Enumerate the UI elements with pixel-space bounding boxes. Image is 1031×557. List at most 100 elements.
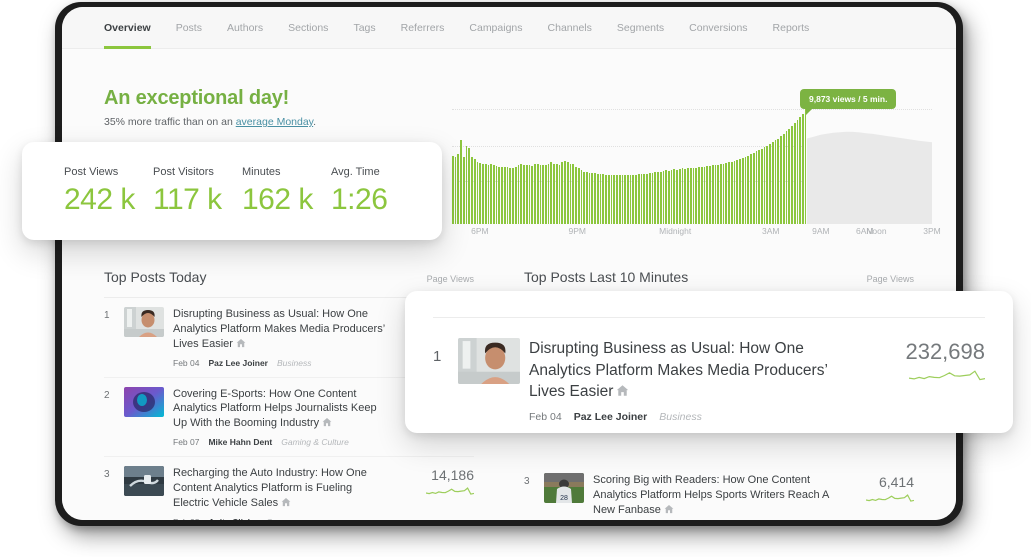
chart-bar xyxy=(742,158,744,224)
chart-bar xyxy=(673,169,675,224)
axis-tick-label: 3AM xyxy=(762,226,779,236)
chart-bar xyxy=(701,167,703,224)
stat-value: 162 k xyxy=(242,183,331,217)
nav-tab-conversions[interactable]: Conversions xyxy=(689,7,747,49)
chart-bars xyxy=(452,89,807,224)
post-meta: Feb 04Paz Lee JoinerBusiness xyxy=(529,411,856,423)
nav-tab-segments[interactable]: Segments xyxy=(617,7,664,49)
post-row[interactable]: 3Recharging the Auto Industry: How One C… xyxy=(104,457,474,520)
chart-bar xyxy=(704,167,706,224)
chart-bar xyxy=(720,164,722,224)
chart-bar xyxy=(725,163,727,224)
chart-bar xyxy=(668,171,670,224)
chart-bar xyxy=(649,173,651,224)
chart-bar xyxy=(745,157,747,224)
stat-post-views: Post Views242 k xyxy=(64,166,153,217)
chart-bar xyxy=(687,168,689,224)
chart-bar xyxy=(515,167,517,224)
chart-bar xyxy=(783,134,785,224)
nav-tab-channels[interactable]: Channels xyxy=(548,7,592,49)
post-section[interactable]: Business xyxy=(659,411,702,423)
chart-bar xyxy=(452,156,454,224)
post-title-wrap[interactable]: Disrupting Business as Usual: How One An… xyxy=(173,307,389,353)
chart-bar xyxy=(663,171,665,224)
post-title-wrap[interactable]: Covering E-Sports: How One Content Analy… xyxy=(173,387,389,433)
chart-bar xyxy=(641,174,643,224)
chart-bar xyxy=(463,157,465,224)
stat-value: 242 k xyxy=(64,183,153,217)
post-stat: 14,186 xyxy=(398,466,474,504)
chart-bar xyxy=(728,162,730,224)
chart-bar xyxy=(578,168,580,224)
chart-bar xyxy=(761,149,763,224)
post-title-wrap[interactable]: Disrupting Business as Usual: How One An… xyxy=(529,338,856,404)
chart-bar xyxy=(712,165,714,224)
post-page-views: 232,698 xyxy=(865,339,985,365)
panel-title: Top Posts Last 10 Minutes xyxy=(524,269,688,285)
post-main: Disrupting Business as Usual: How One An… xyxy=(529,338,856,423)
post-author[interactable]: Anita Clicks xyxy=(208,517,257,520)
post-author[interactable]: Paz Lee Joiner xyxy=(208,358,268,368)
nav-tab-tags[interactable]: Tags xyxy=(353,7,375,49)
featured-post-card[interactable]: 1Disrupting Business as Usual: How One A… xyxy=(405,291,1013,433)
nav-tab-sections[interactable]: Sections xyxy=(288,7,328,49)
chart-bar xyxy=(772,142,774,224)
post-thumbnail xyxy=(124,387,164,417)
featured-post-row[interactable]: 1Disrupting Business as Usual: How One A… xyxy=(433,317,985,432)
chart-bar xyxy=(564,161,566,224)
nav-tab-authors[interactable]: Authors xyxy=(227,7,263,49)
chart-bar xyxy=(684,169,686,224)
page-subtitle: 35% more traffic than on an average Mond… xyxy=(104,116,316,128)
stat-avg-time: Avg. Time1:26 xyxy=(331,166,420,217)
post-row[interactable]: 328Scoring Big with Readers: How One Con… xyxy=(524,464,914,520)
chart-bar xyxy=(788,129,790,224)
chart-bar xyxy=(597,174,599,224)
nav-tab-campaigns[interactable]: Campaigns xyxy=(469,7,522,49)
chart-bar xyxy=(490,164,492,224)
post-sparkline xyxy=(865,368,985,391)
post-title-wrap[interactable]: Scoring Big with Readers: How One Conten… xyxy=(593,473,829,519)
chart-bar xyxy=(799,117,801,224)
chart-bar xyxy=(556,164,558,224)
post-sparkline xyxy=(838,493,914,511)
post-section[interactable]: Business xyxy=(277,358,312,368)
chart-bar xyxy=(523,165,525,224)
post-title-wrap[interactable]: Recharging the Auto Industry: How One Co… xyxy=(173,466,389,512)
traffic-chart[interactable]: 9,873 views / 5 min. 6PM9PMMidnight3AM6A… xyxy=(452,89,932,249)
chart-bar xyxy=(758,150,760,224)
chart-bar xyxy=(775,140,777,224)
chart-bar xyxy=(501,167,503,224)
axis-tick-label: 9PM xyxy=(569,226,586,236)
chart-bar xyxy=(753,153,755,224)
home-icon xyxy=(281,497,291,512)
chart-bar xyxy=(764,147,766,224)
post-main: Covering E-Sports: How One Content Analy… xyxy=(173,387,389,448)
chart-bar xyxy=(507,167,509,224)
chart-x-axis: 6PM9PMMidnight3AM6AM9AMNoon3PM xyxy=(452,226,932,244)
post-section[interactable]: Cars xyxy=(266,517,284,520)
post-title: Scoring Big with Readers: How One Conten… xyxy=(593,474,829,516)
post-section[interactable]: Gaming & Culture xyxy=(281,437,349,447)
post-author[interactable]: Paz Lee Joiner xyxy=(574,411,648,423)
post-title: Disrupting Business as Usual: How One An… xyxy=(529,340,827,400)
chart-bar xyxy=(466,146,468,224)
home-icon xyxy=(236,338,246,353)
chart-bar xyxy=(537,164,539,224)
browser-window: Overview Posts Authors Sections Tags Referrer… xyxy=(62,7,956,520)
chart-bar xyxy=(540,165,542,224)
chart-bar xyxy=(616,175,618,224)
chart-bar xyxy=(734,161,736,224)
chart-bar xyxy=(474,159,476,224)
post-author[interactable]: Mike Hahn Dent xyxy=(208,437,272,447)
nav-tab-posts[interactable]: Posts xyxy=(176,7,202,49)
chart-bar xyxy=(632,175,634,224)
post-rank: 1 xyxy=(104,307,115,321)
chart-bar xyxy=(479,163,481,224)
nav-tab-referrers[interactable]: Referrers xyxy=(401,7,445,49)
chart-bar xyxy=(698,167,700,224)
nav-tab-reports[interactable]: Reports xyxy=(773,7,810,49)
main-navigation: Overview Posts Authors Sections Tags Referrer… xyxy=(62,7,956,49)
nav-tab-overview[interactable]: Overview xyxy=(104,7,151,49)
post-row[interactable]: 1Disrupting Business as Usual: How One A… xyxy=(433,317,985,432)
average-monday-link[interactable]: average Monday xyxy=(236,116,313,128)
